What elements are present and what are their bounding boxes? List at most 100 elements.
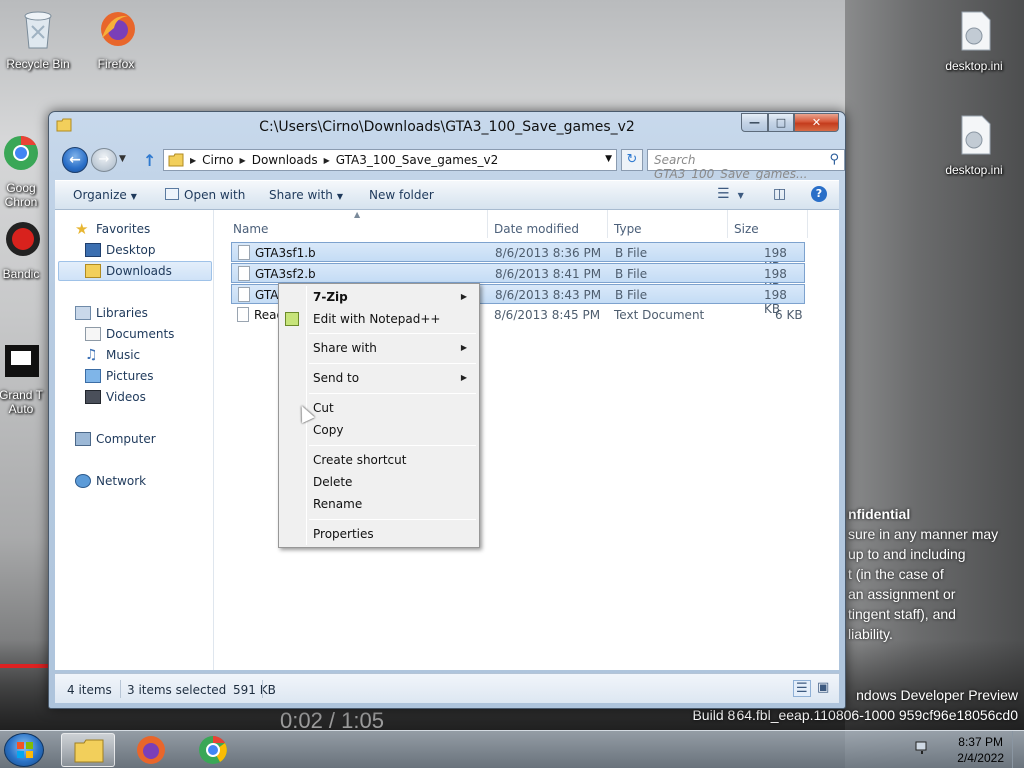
breadcrumb-item[interactable]: Cirno <box>202 153 233 167</box>
view-options-icon[interactable]: ☰ ▼ <box>717 186 744 202</box>
nav-label: Network <box>96 474 147 488</box>
nav-label: Computer <box>96 432 156 446</box>
nav-network[interactable]: Network <box>75 474 146 488</box>
file-row[interactable]: GTA3sf1.b 8/6/2013 8:36 PM B File 198 KB <box>231 242 805 274</box>
preview-pane-icon[interactable]: ◫ <box>773 186 786 202</box>
file-row[interactable]: GTA3sf2.b 8/6/2013 8:41 PM B File 198 KB <box>231 263 805 295</box>
breadcrumb-item[interactable]: GTA3_100_Save_games_v2 <box>336 153 499 167</box>
nav-music[interactable]: ♫ Music <box>85 348 140 362</box>
system-clock[interactable]: 8:37 PM 2/4/2022 <box>957 734 1004 766</box>
desktop-icon-firefox[interactable]: Firefox <box>80 8 152 71</box>
open-with-button[interactable]: Open with <box>165 188 245 202</box>
share-with-button[interactable]: Share with ▼ <box>269 188 343 202</box>
desktop-icon-bandicam[interactable]: Bandic <box>0 218 48 281</box>
computer-icon <box>75 432 91 446</box>
thumbnails-view-icon[interactable]: ▣ <box>817 680 829 695</box>
search-icon[interactable]: ⚲ <box>829 152 839 167</box>
open-with-icon <box>165 188 179 200</box>
details-view-icon[interactable]: ☰ <box>793 680 811 697</box>
address-dropdown-icon[interactable]: ▼ <box>605 154 612 164</box>
refresh-button[interactable]: ↻ <box>621 149 643 171</box>
submenu-arrow-icon: ▶ <box>460 343 467 352</box>
column-divider[interactable] <box>607 210 608 238</box>
nav-pictures[interactable]: Pictures <box>85 369 154 383</box>
up-arrow-icon[interactable]: ↑ <box>143 151 156 170</box>
menu-item-delete[interactable]: Delete <box>313 475 352 489</box>
submenu-arrow-icon: ▶ <box>460 373 467 382</box>
back-button[interactable]: ← <box>62 147 88 173</box>
network-tray-icon[interactable] <box>915 741 931 755</box>
start-button[interactable] <box>4 733 44 767</box>
taskbar-chrome[interactable] <box>186 733 240 767</box>
menu-item-7zip[interactable]: 7-Zip <box>313 290 348 304</box>
menu-item-rename[interactable]: Rename <box>313 497 362 511</box>
nav-computer[interactable]: Computer <box>75 432 156 446</box>
desktop-icon-label: desktop.ini <box>945 59 1003 73</box>
file-type: Text Document <box>614 308 705 322</box>
desktop-icon-recycle-bin[interactable]: Recycle Bin <box>2 8 74 71</box>
breadcrumb-chevron-icon[interactable]: ▶ <box>324 156 330 165</box>
taskbar-firefox[interactable] <box>124 733 178 767</box>
firefox-icon <box>101 12 135 46</box>
menu-item-properties[interactable]: Properties <box>313 527 374 541</box>
menu-separator <box>309 445 476 446</box>
star-icon: ★ <box>75 220 89 238</box>
gta-icon <box>5 345 39 377</box>
folder-icon <box>168 153 184 167</box>
video-progress-bar[interactable] <box>0 664 48 668</box>
file-date: 8/6/2013 8:43 PM <box>495 288 602 302</box>
taskbar-explorer[interactable] <box>61 733 115 767</box>
close-button[interactable]: ✕ <box>794 113 839 132</box>
window-controls: — □ ✕ <box>741 113 839 132</box>
nav-label: Documents <box>106 327 175 341</box>
address-bar[interactable]: ▶ Cirno ▶ Downloads ▶ GTA3_100_Save_game… <box>163 149 617 171</box>
show-desktop-button[interactable] <box>1012 731 1024 768</box>
column-divider[interactable] <box>807 210 808 238</box>
desktop-icon-desktop-ini-1[interactable]: desktop.ini <box>938 10 1010 73</box>
help-icon[interactable]: ? <box>811 186 827 202</box>
column-header-date[interactable]: Date modified <box>494 222 579 236</box>
column-header-name[interactable]: Name <box>233 222 268 236</box>
open-with-label: Open with <box>184 188 246 202</box>
menu-item-send-to[interactable]: Send to <box>313 371 359 385</box>
bandicam-icon <box>6 222 40 256</box>
menu-item-cut[interactable]: Cut <box>313 401 334 415</box>
desktop-icon-gta[interactable]: Grand T Auto <box>0 325 48 430</box>
desktop-icon-label: desktop.ini <box>945 163 1003 177</box>
column-divider[interactable] <box>487 210 488 238</box>
explorer-folder-icon <box>74 739 104 763</box>
desktop-icon-chrome[interactable]: Goog Chron <box>0 118 46 223</box>
menu-item-edit-with-notepadpp[interactable]: Edit with Notepad++ <box>313 312 440 326</box>
file-type: B File <box>615 246 648 260</box>
minimize-button[interactable]: — <box>741 113 768 132</box>
nav-libraries[interactable]: Libraries <box>75 306 148 320</box>
search-placeholder: Search GTA3_100_Save_games... <box>654 153 808 181</box>
column-header-type[interactable]: Type <box>614 222 642 236</box>
status-divider <box>120 680 121 698</box>
desktop-icon-desktop-ini-2[interactable]: desktop.ini <box>938 114 1010 177</box>
breadcrumb-chevron-icon[interactable]: ▶ <box>240 156 246 165</box>
nav-documents[interactable]: Documents <box>85 327 174 341</box>
menu-item-copy[interactable]: Copy <box>313 423 343 437</box>
recent-pages-dropdown[interactable]: ▼ <box>119 154 126 164</box>
organize-button[interactable]: Organize ▼ <box>73 188 137 202</box>
file-icon <box>238 266 250 281</box>
menu-item-create-shortcut[interactable]: Create shortcut <box>313 453 406 467</box>
nav-desktop[interactable]: Desktop <box>85 243 156 257</box>
maximize-button[interactable]: □ <box>768 113 794 132</box>
file-date: 8/6/2013 8:41 PM <box>495 267 602 281</box>
nav-videos[interactable]: Videos <box>85 390 146 404</box>
desktop-icon-label: Bandic <box>2 267 40 281</box>
confidential-line: t (in the case of <box>848 566 944 582</box>
nav-downloads[interactable]: Downloads <box>85 264 172 278</box>
column-divider[interactable] <box>727 210 728 238</box>
breadcrumb-item[interactable]: Downloads <box>252 153 318 167</box>
column-header-size[interactable]: Size <box>734 222 759 236</box>
libraries-icon <box>75 306 91 320</box>
file-icon <box>238 245 250 260</box>
new-folder-button[interactable]: New folder <box>369 188 434 202</box>
menu-item-share-with[interactable]: Share with <box>313 341 377 355</box>
search-input[interactable]: Search GTA3_100_Save_games... ⚲ <box>647 149 845 181</box>
nav-favorites[interactable]: ★ Favorites <box>75 220 150 238</box>
forward-button[interactable]: → <box>91 148 117 172</box>
